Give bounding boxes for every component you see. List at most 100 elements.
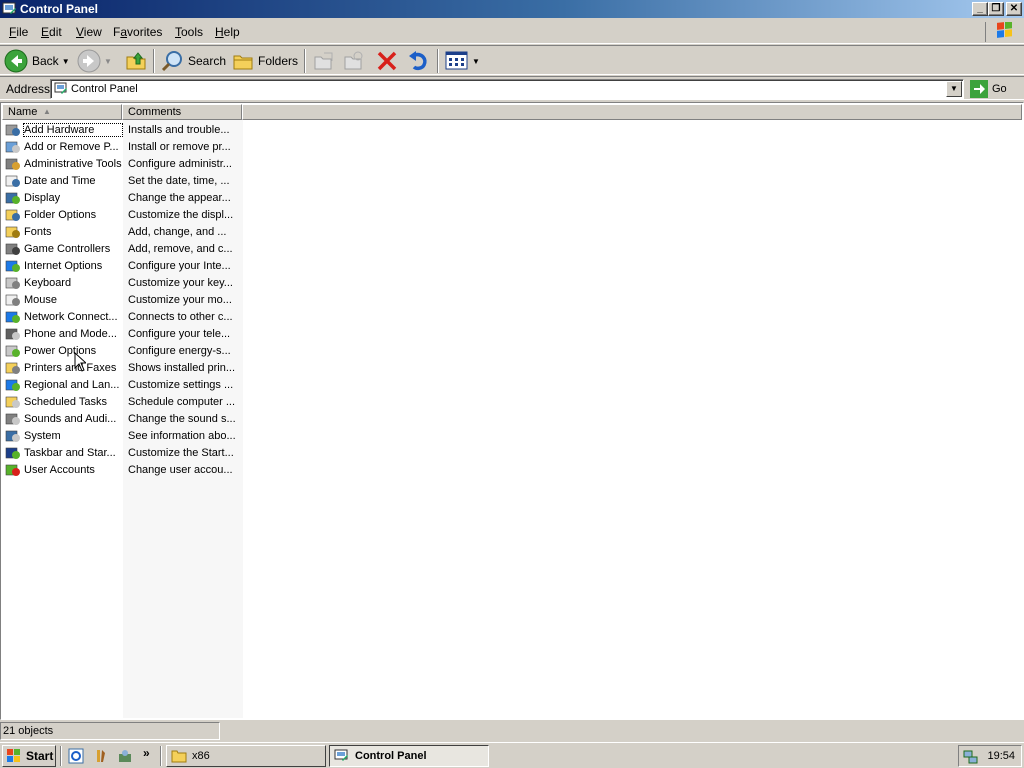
- item-comment: Configure your tele...: [128, 328, 231, 340]
- minimize-button[interactable]: _: [972, 2, 988, 16]
- item-comment: See information abo...: [128, 430, 236, 442]
- list-item[interactable]: Network Connect... Connects to other c...: [5, 309, 245, 326]
- address-bar: Address Control Panel ▼ Go: [0, 76, 1024, 100]
- delete-x-icon: [377, 51, 397, 71]
- tools-quicklaunch-icon[interactable]: [93, 748, 109, 764]
- go-label: Go: [992, 83, 1007, 95]
- menu-file[interactable]: File: [9, 25, 28, 39]
- list-item[interactable]: Scheduled Tasks Schedule computer ...: [5, 394, 245, 411]
- item-name: System: [24, 430, 61, 442]
- copy-to-button[interactable]: [342, 48, 366, 74]
- back-button[interactable]: Back ▼: [4, 48, 70, 74]
- item-name: Network Connect...: [24, 311, 118, 323]
- mouse-cursor-icon: [74, 352, 86, 372]
- task-button-control-panel[interactable]: Control Panel: [329, 745, 489, 767]
- close-button[interactable]: ✕: [1006, 2, 1022, 16]
- go-button[interactable]: Go: [970, 79, 1007, 99]
- power-options-icon: [5, 345, 20, 357]
- list-item[interactable]: Date and Time Set the date, time, ...: [5, 173, 245, 190]
- item-comment: Shows installed prin...: [128, 362, 235, 374]
- item-name: Administrative Tools: [24, 158, 122, 170]
- item-comment: Customize settings ...: [128, 379, 234, 391]
- column-header-comments[interactable]: Comments: [122, 104, 242, 120]
- taskbar: Start » x86 Control Panel 19:54: [0, 742, 1024, 768]
- menu-favorites[interactable]: Favorites: [113, 25, 162, 39]
- windows-flag-icon: [7, 749, 20, 762]
- forward-button[interactable]: ▼: [77, 48, 112, 74]
- system-tray: 19:54: [958, 745, 1022, 767]
- views-button[interactable]: ▼: [445, 48, 480, 74]
- list-item[interactable]: System See information abo...: [5, 428, 245, 445]
- views-icon: [445, 51, 468, 70]
- folder-options-icon: [5, 209, 20, 221]
- list-item[interactable]: Regional and Lan... Customize settings ..…: [5, 377, 245, 394]
- list-item[interactable]: Administrative Tools Configure administr.…: [5, 156, 245, 173]
- task-button-x86[interactable]: x86: [166, 745, 326, 767]
- folders-icon: [233, 55, 253, 70]
- taskbar-separator: [160, 746, 162, 766]
- network-tray-icon[interactable]: [963, 749, 979, 765]
- admin-tools-icon: [5, 158, 20, 170]
- item-name: Internet Options: [24, 260, 103, 272]
- item-comment: Customize your key...: [128, 277, 233, 289]
- item-comment: Add, change, and ...: [128, 226, 227, 238]
- start-button[interactable]: Start: [2, 745, 56, 767]
- quicklaunch-overflow-chevron[interactable]: »: [143, 746, 150, 760]
- item-name: Scheduled Tasks: [24, 396, 107, 408]
- undo-button[interactable]: [406, 48, 430, 74]
- title-bar[interactable]: Control Panel _ ❐ ✕: [0, 0, 1024, 18]
- restore-button[interactable]: ❐: [988, 2, 1004, 16]
- address-input[interactable]: Control Panel ▼: [50, 79, 964, 99]
- item-comment: Change the appear...: [128, 192, 231, 204]
- clock[interactable]: 19:54: [987, 750, 1015, 762]
- sounds-audio-icon: [5, 413, 20, 425]
- folders-button[interactable]: Folders: [232, 48, 298, 74]
- list-item[interactable]: Printers and Faxes Shows installed prin..…: [5, 360, 245, 377]
- list-item[interactable]: Add Hardware Installs and trouble...: [5, 122, 245, 139]
- list-item[interactable]: Taskbar and Star... Customize the Start..…: [5, 445, 245, 462]
- back-dropdown-icon[interactable]: ▼: [62, 57, 70, 66]
- views-dropdown-icon[interactable]: ▼: [472, 57, 480, 66]
- taskbar-start-icon: [5, 447, 20, 459]
- ie-quicklaunch-icon[interactable]: [68, 748, 84, 764]
- list-item[interactable]: User Accounts Change user accou...: [5, 462, 245, 479]
- menu-view[interactable]: View: [76, 25, 102, 39]
- column-header-row: Name ▲ Comments: [2, 104, 1022, 120]
- search-button[interactable]: Search: [160, 48, 226, 74]
- list-item[interactable]: Display Change the appear...: [5, 190, 245, 207]
- item-name: Game Controllers: [24, 243, 111, 255]
- list-item[interactable]: Internet Options Configure your Inte...: [5, 258, 245, 275]
- list-item[interactable]: Folder Options Customize the displ...: [5, 207, 245, 224]
- search-icon: [161, 51, 182, 72]
- control-panel-icon: [334, 749, 348, 761]
- back-arrow-icon: [4, 49, 28, 73]
- column-header-name[interactable]: Name ▲: [2, 104, 122, 120]
- item-comment: Customize the displ...: [128, 209, 234, 221]
- list-item[interactable]: Fonts Add, change, and ...: [5, 224, 245, 241]
- menu-edit[interactable]: Edit: [41, 25, 62, 39]
- item-name: Fonts: [24, 226, 52, 238]
- list-item[interactable]: Phone and Mode... Configure your tele...: [5, 326, 245, 343]
- toolbar-separator: [153, 49, 155, 73]
- address-dropdown-button[interactable]: ▼: [946, 81, 962, 97]
- list-item[interactable]: Add or Remove P... Install or remove pr..…: [5, 139, 245, 156]
- item-name: User Accounts: [24, 464, 95, 476]
- item-comment: Set the date, time, ...: [128, 175, 230, 187]
- list-item[interactable]: Sounds and Audi... Change the sound s...: [5, 411, 245, 428]
- forward-dropdown-icon[interactable]: ▼: [104, 57, 112, 66]
- toolbar-separator: [304, 49, 306, 73]
- menu-help[interactable]: Help: [215, 25, 240, 39]
- item-comment: Customize your mo...: [128, 294, 232, 306]
- list-item[interactable]: Mouse Customize your mo...: [5, 292, 245, 309]
- list-item[interactable]: Game Controllers Add, remove, and c...: [5, 241, 245, 258]
- up-folder-button[interactable]: [124, 48, 148, 74]
- move-to-button[interactable]: [312, 48, 336, 74]
- menu-tools[interactable]: Tools: [175, 25, 203, 39]
- mouse-icon: [5, 294, 20, 306]
- list-item[interactable]: Power Options Configure energy-s...: [5, 343, 245, 360]
- list-item[interactable]: Keyboard Customize your key...: [5, 275, 245, 292]
- item-name: Add Hardware: [23, 123, 123, 137]
- network-quicklaunch-icon[interactable]: [117, 748, 133, 764]
- file-list-view[interactable]: Name ▲ Comments Add Hardware Installs and…: [0, 102, 1024, 720]
- delete-button[interactable]: [375, 48, 399, 74]
